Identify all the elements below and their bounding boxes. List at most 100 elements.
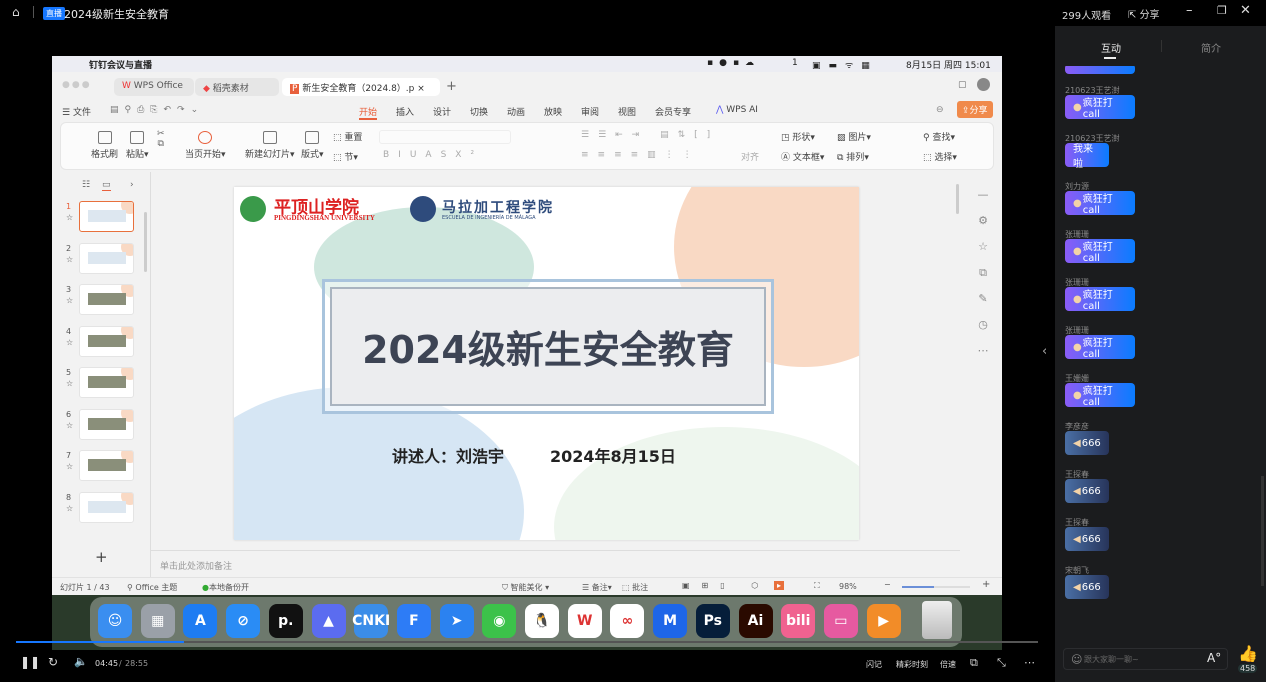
- reset-button[interactable]: ⬚ 重置: [333, 130, 362, 143]
- menu-slideshow[interactable]: 放映: [544, 105, 562, 118]
- star-icon[interactable]: ☆: [66, 338, 73, 347]
- font-name-select[interactable]: [379, 130, 511, 144]
- tab-docer[interactable]: ◆ 稻壳素材: [195, 78, 279, 96]
- play-slideshow-button[interactable]: ▸: [774, 581, 785, 590]
- textbox-button[interactable]: Ⓐ 文本框▾: [781, 150, 824, 163]
- arrange-button[interactable]: ⧉ 排列▾: [837, 150, 869, 163]
- preview-dock-icon[interactable]: ▲: [311, 604, 346, 638]
- wps-ai-button[interactable]: ⋀ WPS AI: [716, 105, 758, 115]
- menu-member[interactable]: 会员专享: [655, 105, 691, 118]
- slide-thumbnail[interactable]: [79, 450, 134, 481]
- chat-list[interactable]: 210623王艺澍 ● 疯狂打call 210623王艺澍 我来啦 刘力源 ● 疯狂打call…: [1055, 66, 1266, 636]
- window-mode-icon[interactable]: ▢: [958, 80, 967, 90]
- star-icon[interactable]: ☆: [66, 379, 73, 388]
- theme-button[interactable]: ⚲ Office 主题: [127, 582, 177, 593]
- outline-view-icon[interactable]: ☷: [82, 180, 90, 190]
- more-icon[interactable]: ⋯: [1024, 656, 1035, 669]
- feishu-doc-dock-icon[interactable]: F: [396, 604, 431, 638]
- collapse-panel-icon[interactable]: ‹: [1042, 344, 1047, 359]
- text-style-icon[interactable]: A°: [1207, 651, 1221, 665]
- thumbnail-scrollbar[interactable]: [144, 212, 147, 272]
- tab-presentation[interactable]: P 新生安全教育（2024.8）.p ×: [282, 78, 440, 96]
- notes-button[interactable]: ☰ 备注▾: [582, 582, 612, 593]
- cnki-dock-icon[interactable]: CNKI: [352, 604, 390, 638]
- fullscreen-icon[interactable]: ⤡: [997, 656, 1006, 670]
- picture-button[interactable]: ▨ 图片▾: [837, 130, 871, 143]
- font-style-buttons[interactable]: BIUASX²: [383, 150, 483, 160]
- backup-status[interactable]: ●本地备份开: [202, 582, 249, 593]
- baidu-netdisk-dock-icon[interactable]: ∞: [610, 604, 645, 638]
- photoshop-dock-icon[interactable]: Ps: [695, 604, 730, 638]
- star-icon[interactable]: ☆: [66, 213, 73, 222]
- notes-input[interactable]: 单击此处添加备注: [160, 559, 232, 572]
- menu-home[interactable]: 开始: [359, 105, 378, 120]
- wechat-dock-icon[interactable]: ◉: [482, 604, 517, 638]
- section-button[interactable]: ⬚ 节▾: [333, 150, 358, 163]
- slide-thumbnail[interactable]: [79, 408, 134, 440]
- wps-share-button[interactable]: ⇪分享: [957, 101, 993, 118]
- wps-dock-icon[interactable]: W: [567, 604, 602, 638]
- like-button[interactable]: 👍: [1238, 644, 1258, 663]
- speed-button[interactable]: 倍速: [940, 659, 956, 670]
- home-icon[interactable]: ⌂: [12, 5, 20, 19]
- video-player-dock-icon[interactable]: ▶: [866, 604, 901, 638]
- paragraph-buttons[interactable]: ☰☰⇤⇥ ▤⇅[]: [581, 130, 719, 140]
- restore-button[interactable]: ❐: [1217, 4, 1227, 17]
- paste-button[interactable]: 粘贴▾: [126, 131, 149, 160]
- tab-interact[interactable]: 互动: [1101, 40, 1121, 55]
- app-store-dock-icon[interactable]: A: [183, 604, 218, 638]
- select-button[interactable]: ⬚ 选择▾: [923, 150, 957, 163]
- safari-dock-icon[interactable]: ⊘: [226, 604, 261, 638]
- user-avatar[interactable]: [977, 78, 990, 91]
- alignment-buttons[interactable]: ≡≡≡≡▥⋮⋮: [581, 150, 701, 160]
- slide-thumbnail[interactable]: [79, 367, 134, 398]
- pause-button[interactable]: ❚❚: [20, 655, 40, 669]
- cut-copy-icons[interactable]: ✂ ⧉: [157, 129, 165, 149]
- slide-thumbnail[interactable]: [79, 201, 134, 232]
- menu-animation[interactable]: 动画: [507, 105, 525, 118]
- new-slide-button[interactable]: 新建幻灯片▾: [245, 131, 295, 160]
- illustrator-dock-icon[interactable]: Ai: [738, 604, 773, 638]
- tab-intro[interactable]: 简介: [1201, 40, 1221, 55]
- align-button[interactable]: 对齐: [741, 150, 759, 163]
- star-icon[interactable]: ☆: [66, 504, 73, 513]
- new-tab-button[interactable]: +: [446, 79, 457, 94]
- share-button[interactable]: ⇱ 分享: [1128, 6, 1160, 21]
- format-painter-button[interactable]: 格式刷: [91, 131, 118, 160]
- minimize-button[interactable]: –: [1186, 3, 1193, 18]
- launchpad-dock-icon[interactable]: ▦: [140, 604, 175, 638]
- zoom-in-button[interactable]: +: [982, 579, 990, 590]
- replay-icon[interactable]: ↻: [48, 655, 58, 669]
- menu-insert[interactable]: 插入: [396, 105, 414, 118]
- star-icon[interactable]: ☆: [66, 421, 73, 430]
- trash-icon[interactable]: [922, 601, 952, 639]
- zoom-slider[interactable]: [902, 586, 970, 588]
- pockity-dock-icon[interactable]: p.: [268, 604, 303, 638]
- lark-dock-icon[interactable]: ➤: [439, 604, 474, 638]
- zoom-out-button[interactable]: −: [884, 580, 891, 589]
- expand-panel-icon[interactable]: ›: [130, 180, 134, 190]
- star-icon[interactable]: ☆: [66, 296, 73, 305]
- star-icon[interactable]: ☆: [66, 462, 73, 471]
- chat-scrollbar[interactable]: [1261, 476, 1264, 586]
- view-mode-buttons[interactable]: ▣⊞▯ ⬡: [682, 581, 770, 590]
- qq-dock-icon[interactable]: 🐧: [525, 604, 559, 638]
- right-side-toolbar[interactable]: — ⚙ ☆ ⧉ ✎ ◷ ⋯: [977, 182, 989, 364]
- playback-progress-bar[interactable]: [16, 641, 1038, 643]
- slide-view-icon[interactable]: ▭: [102, 180, 111, 191]
- menu-view[interactable]: 视图: [618, 105, 636, 118]
- chat-input[interactable]: ☺ 跟大家聊一聊~ A°: [1063, 648, 1228, 670]
- traffic-lights[interactable]: ●●●: [62, 80, 92, 90]
- file-menu[interactable]: ☰ 文件: [62, 105, 91, 118]
- star-icon[interactable]: ☆: [66, 255, 73, 264]
- highlights-button[interactable]: 精彩时刻: [896, 659, 928, 670]
- play-current-button[interactable]: 当页开始▾: [185, 131, 226, 160]
- comment-button[interactable]: ⬚ 批注: [622, 582, 648, 593]
- mindmaster-dock-icon[interactable]: M: [653, 604, 688, 638]
- close-tab-icon[interactable]: ×: [417, 84, 425, 94]
- volume-icon[interactable]: 🔈: [74, 655, 88, 668]
- add-slide-button[interactable]: +: [95, 548, 108, 566]
- close-button[interactable]: ✕: [1240, 3, 1251, 18]
- slide-canvas[interactable]: 平顶山学院 PINGDINGSHAN UNIVERSITY 马拉加工程学院 ES…: [234, 187, 859, 540]
- collapse-ribbon-icon[interactable]: ⊖: [936, 105, 944, 115]
